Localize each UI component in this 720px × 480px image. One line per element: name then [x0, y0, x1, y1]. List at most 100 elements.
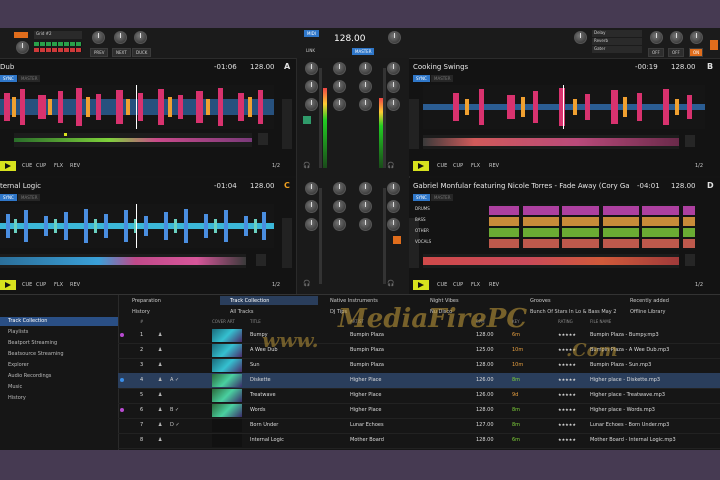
deck-a-master-button[interactable]: MASTER: [18, 75, 41, 82]
deck-a-loop-icon[interactable]: [258, 133, 268, 145]
deck-a-rev-button[interactable]: REV: [70, 163, 80, 169]
deck-b-letter[interactable]: B: [707, 62, 713, 71]
deck-d-overview[interactable]: [423, 254, 679, 268]
ch-d-fx-knob[interactable]: [359, 218, 372, 231]
sidebar-item-history[interactable]: History: [8, 395, 26, 401]
tab-preparation[interactable]: Preparation: [132, 298, 161, 304]
gater-on-button[interactable]: ON: [689, 48, 704, 57]
tab-bunch-of-stars[interactable]: Bunch Of Stars In Lo & Bass May 2: [530, 309, 622, 315]
ch-d-hi-knob[interactable]: [359, 182, 372, 195]
fx-unit-indicator[interactable]: [710, 40, 718, 50]
sidebar-item-audio-recordings[interactable]: Audio Recordings: [8, 373, 51, 379]
track-rating[interactable]: ★★★★★: [558, 362, 576, 367]
ch-d-fx-assign[interactable]: [393, 236, 401, 244]
master-button[interactable]: MASTER: [352, 48, 375, 55]
deck-c-overview[interactable]: [0, 254, 246, 268]
deck-a-overview[interactable]: [14, 133, 252, 147]
tab-track-collection[interactable]: Track Collection: [230, 298, 269, 304]
sidebar-item-playlists[interactable]: Playlists: [8, 329, 28, 335]
ch-c-mid-knob[interactable]: [305, 200, 318, 213]
ch-b-low-knob[interactable]: [359, 80, 372, 93]
deck-b-waveform[interactable]: [423, 85, 705, 129]
ch-c-hi-knob[interactable]: [333, 182, 346, 195]
deck-b-page[interactable]: 1/2: [695, 163, 703, 169]
mode-knob[interactable]: [92, 31, 105, 44]
table-row-selected[interactable]: 4 ♟ A ✓ Diskette Higher Place 126.00 8m …: [118, 373, 720, 389]
ch-c-low-knob[interactable]: [333, 200, 346, 213]
deck-c-page[interactable]: 1/2: [272, 282, 280, 288]
col-rating[interactable]: RATING: [558, 319, 573, 324]
deck-c-sync-button[interactable]: SYNC: [0, 194, 17, 201]
table-row[interactable]: 2 ♟ A Wee Dub Bumpin Plaza 125.00 10m ★★…: [118, 343, 720, 359]
deck-b-rev-button[interactable]: REV: [489, 163, 499, 169]
tab-history[interactable]: History: [132, 309, 150, 315]
stem-bass-label[interactable]: BASS: [415, 217, 426, 222]
col-key[interactable]: KEY: [512, 319, 520, 324]
tab-dj-tips[interactable]: DJ Tips: [330, 309, 347, 315]
ch-b-headphone-icon[interactable]: 🎧: [387, 162, 397, 170]
deck-a-waveform[interactable]: [0, 85, 274, 129]
ch-c-gain-knob[interactable]: [305, 182, 318, 195]
track-rating[interactable]: ★★★★★: [558, 347, 576, 352]
col-artist[interactable]: ARTIST: [350, 319, 364, 324]
ch-b-mid-knob[interactable]: [387, 80, 400, 93]
deck-c-rev-button[interactable]: REV: [70, 282, 80, 288]
track-rating[interactable]: ★★★★★: [558, 392, 576, 397]
deck-c-tempo-fader[interactable]: [282, 218, 292, 268]
ch-b-gain-knob[interactable]: [387, 62, 400, 75]
duck-button[interactable]: DUCK: [132, 48, 152, 57]
deck-d-page[interactable]: 1/2: [695, 282, 703, 288]
reverb-knob[interactable]: [670, 31, 683, 44]
deck-d-cup-button[interactable]: CUP: [453, 282, 463, 288]
stem-vocals-label[interactable]: VOCALS: [415, 239, 431, 244]
ch-d-filter-knob[interactable]: [387, 218, 400, 231]
ch-c-fader-track[interactable]: [319, 188, 322, 284]
tab-offline-library[interactable]: Offline Library: [630, 309, 665, 315]
track-rating[interactable]: ★★★★★: [558, 332, 576, 337]
deck-d-stem-waveforms[interactable]: [489, 204, 695, 250]
ch-d-headphone-icon[interactable]: 🎧: [387, 280, 397, 288]
ch-c-fx-knob[interactable]: [333, 218, 346, 231]
deck-b-overview[interactable]: [423, 135, 679, 149]
ch-a-headphone-icon[interactable]: 🎧: [303, 162, 313, 170]
ch-a-low-knob[interactable]: [333, 80, 346, 93]
deck-d-loop-icon[interactable]: [685, 254, 695, 266]
ch-d-gain-knob[interactable]: [387, 182, 400, 195]
ch-a-fx-assign[interactable]: [303, 116, 311, 124]
deck-d-letter[interactable]: D: [707, 181, 714, 190]
tab-grooves[interactable]: Grooves: [530, 298, 551, 304]
ch-d-fader-track[interactable]: [383, 188, 386, 284]
tab-recently-added[interactable]: Recently added: [630, 298, 669, 304]
ch-a-fx-knob[interactable]: [333, 98, 346, 111]
prev-button[interactable]: PREV: [90, 48, 109, 57]
deck-d-cue-button[interactable]: CUE: [437, 282, 447, 288]
link-button[interactable]: LINK: [306, 48, 315, 53]
ch-b-fx-knob[interactable]: [359, 98, 372, 111]
deck-b-flx-button[interactable]: FLX: [471, 163, 480, 169]
ch-a-mid-knob[interactable]: [305, 80, 318, 93]
delay-off-button[interactable]: OFF: [648, 48, 664, 57]
col-file-name[interactable]: FILE NAME: [590, 319, 611, 324]
track-rating[interactable]: ★★★★★: [558, 377, 576, 382]
ch-d-mid-knob[interactable]: [387, 200, 400, 213]
tab-all-tracks[interactable]: All Tracks: [230, 309, 253, 315]
fx-dry-wet-knob[interactable]: [16, 41, 29, 54]
col-number[interactable]: #: [140, 319, 143, 324]
reverb-off-button[interactable]: OFF: [668, 48, 684, 57]
stem-other-label[interactable]: OTHER: [415, 228, 429, 233]
ch-a-filter-knob[interactable]: [305, 98, 318, 111]
deck-c-master-button[interactable]: MASTER: [18, 194, 41, 201]
deck-c-loop-icon[interactable]: [256, 254, 266, 266]
deck-c-flx-button[interactable]: FLX: [54, 282, 63, 288]
delay-knob[interactable]: [650, 31, 663, 44]
pitch-knob[interactable]: [114, 31, 127, 44]
deck-b-cue-button[interactable]: CUE: [437, 163, 447, 169]
tab-nu-disco[interactable]: Nu Disco: [430, 309, 452, 315]
gater-knob[interactable]: [690, 31, 703, 44]
table-row[interactable]: 6 ♟ B ✓ Words Higher Place 128.00 8m ★★★…: [118, 403, 720, 419]
deck-a-cue-button[interactable]: CUE: [22, 163, 32, 169]
deck-a-play-button[interactable]: [0, 161, 16, 171]
table-row[interactable]: 5 ♟ Treatwave Higher Place 126.00 9d ★★★…: [118, 388, 720, 404]
ch-c-filter-knob[interactable]: [305, 218, 318, 231]
track-rating[interactable]: ★★★★★: [558, 422, 576, 427]
